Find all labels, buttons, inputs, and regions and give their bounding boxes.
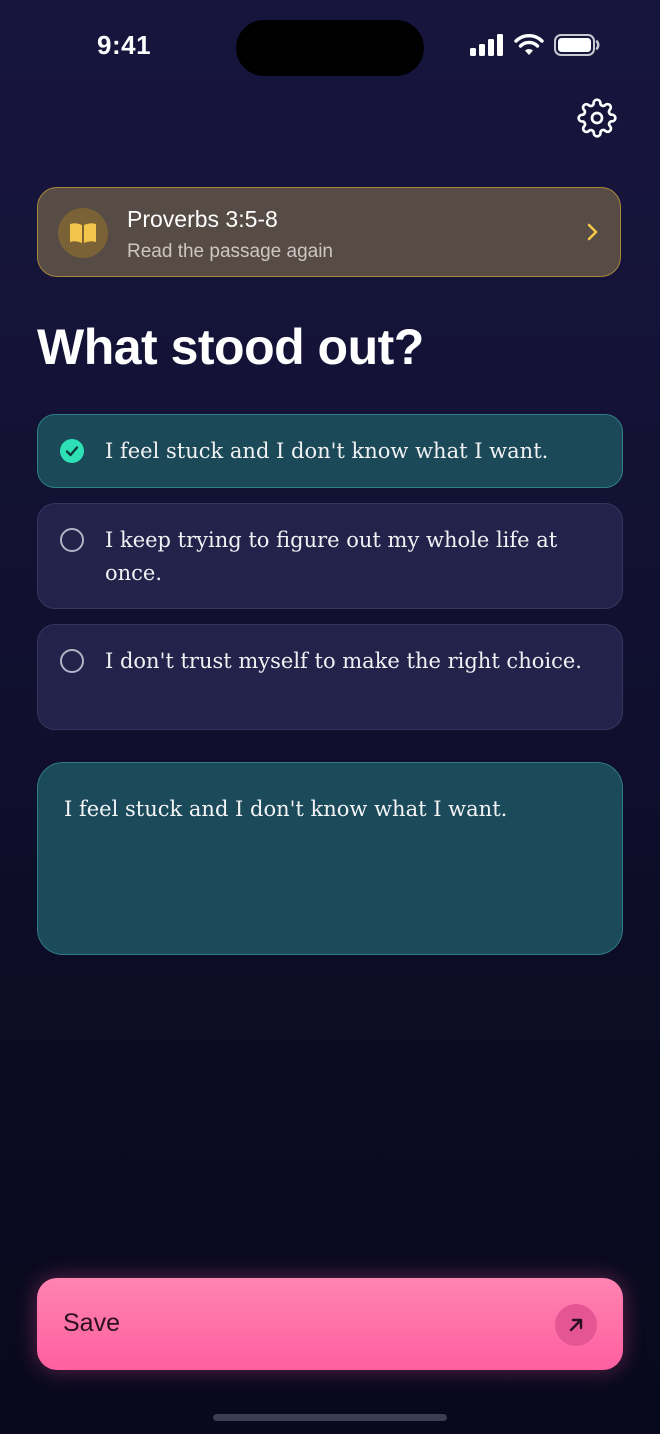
dynamic-island [236,20,424,76]
passage-title: Proverbs 3:5-8 [127,206,278,232]
settings-button[interactable] [576,97,618,139]
passage-icon-badge [58,208,108,258]
option-label: I don't trust myself to make the right c… [105,649,582,673]
status-bar-time: 9:41 [97,30,152,60]
save-button[interactable]: Save [37,1278,623,1370]
radio-circle-icon [60,649,84,673]
home-indicator[interactable] [213,1414,447,1421]
option-item[interactable]: I don't trust myself to make the right c… [37,624,623,730]
battery-icon [554,34,600,56]
option-item[interactable]: I feel stuck and I don't know what I wan… [37,414,623,488]
passage-card[interactable]: Proverbs 3:5-8 Read the passage again [37,187,621,277]
option-label: I feel stuck and I don't know what I wan… [105,439,549,463]
passage-subtitle: Read the passage again [127,241,333,262]
status-bar-icons [470,34,600,56]
radio-circle-icon [60,528,84,552]
option-label: I keep trying to figure out my whole lif… [105,528,558,585]
checkmark-icon [60,439,84,463]
arrow-up-right-icon [555,1304,597,1346]
answer-text-field[interactable]: I feel stuck and I don't know what I wan… [37,762,623,955]
page-title: What stood out? [37,319,424,375]
cellular-signal-icon [470,34,503,56]
wifi-icon [514,34,544,55]
option-item[interactable]: I keep trying to figure out my whole lif… [37,503,623,609]
gear-icon [577,98,617,138]
chevron-right-icon [587,223,598,241]
save-button-label: Save [63,1309,120,1337]
book-icon [70,223,96,243]
